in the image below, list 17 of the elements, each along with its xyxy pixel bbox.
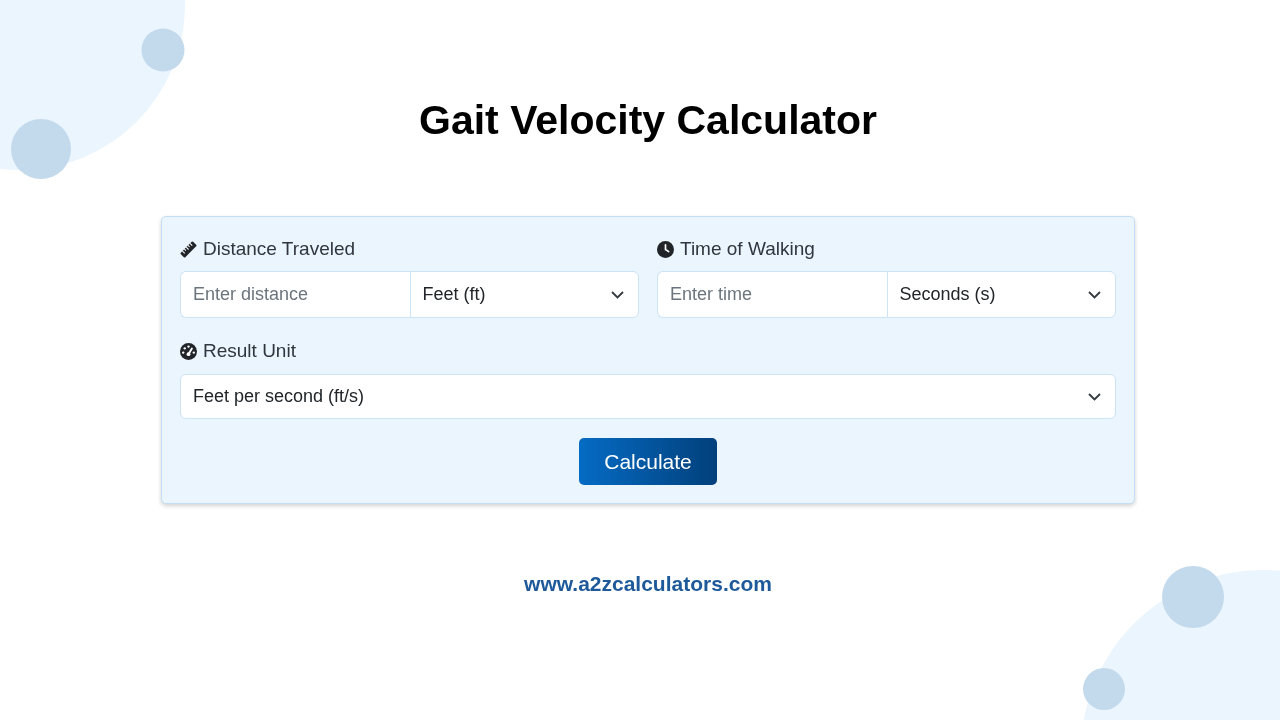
result-unit-select[interactable]: Feet per second (ft/s)	[180, 374, 1116, 419]
time-input[interactable]: Enter time	[657, 271, 887, 318]
field-label: Distance Traveled	[203, 237, 356, 261]
ruler-icon	[180, 240, 197, 258]
clock-icon	[657, 240, 674, 258]
distance-unit-select[interactable]: Feet (ft)	[409, 271, 639, 318]
time-unit-select[interactable]: Seconds (s)	[886, 271, 1116, 318]
chevron-down-icon	[1088, 290, 1101, 299]
distance-input[interactable]: Enter distance	[180, 271, 410, 318]
field-label: Time of Walking	[680, 237, 815, 261]
field-label: Result Unit	[203, 339, 296, 363]
chevron-down-icon	[1088, 392, 1101, 401]
page-title: Gait Velocity Calculator	[419, 96, 877, 144]
calculate-button[interactable]: Calculate	[579, 438, 717, 485]
gauge-icon	[180, 342, 197, 360]
chevron-down-icon	[611, 290, 624, 299]
website-url: www.a2zcalculators.com	[524, 571, 772, 597]
